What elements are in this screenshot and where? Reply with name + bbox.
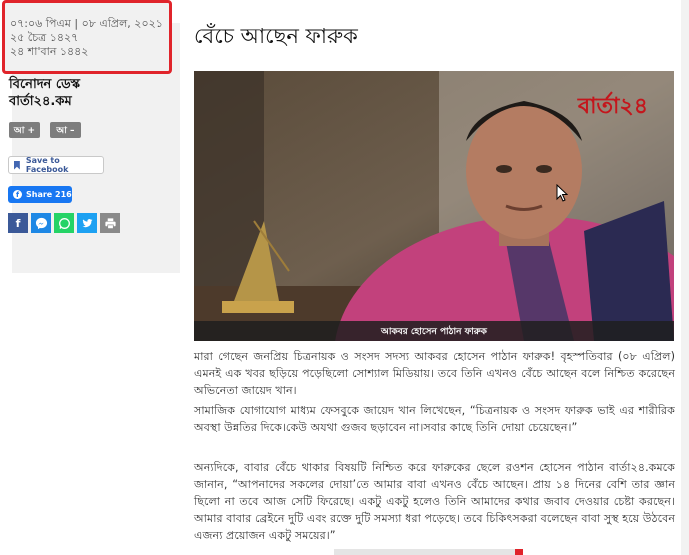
mouse-cursor-icon xyxy=(556,184,568,202)
article-paragraph-3: অন্যদিকে, বাবার বেঁচে থাকার বিষয়টি নিশ্… xyxy=(194,461,675,542)
font-increase-button[interactable]: আ + xyxy=(9,122,40,138)
article-headline: বেঁচে আছেন ফারুক xyxy=(194,24,358,48)
hijri-date: ২৪ শা'বান ১৪৪২ xyxy=(10,45,89,58)
social-share-bar: f xyxy=(8,213,120,233)
publish-datetime: ০৭:০৬ পিএম | ০৮ এপ্রিল, ২০২১ xyxy=(10,17,163,30)
date-box: ০৭:০৬ পিএম | ০৮ এপ্রিল, ২০২১ ২৫ চৈত্র ১৪… xyxy=(2,0,172,74)
author-block: বিনোদন ডেস্ক বার্তা২৪.কম xyxy=(9,76,80,110)
article-photo: বার্তা২৪ আকবর হোসেন পাঠান ফারুক xyxy=(194,71,674,341)
font-decrease-button[interactable]: আ – xyxy=(50,122,81,138)
facebook-share-button[interactable]: f Share 216 xyxy=(8,186,72,203)
facebook-icon[interactable]: f xyxy=(8,213,28,233)
facebook-share-icon: f xyxy=(13,190,22,199)
share-count-label: Share 216 xyxy=(26,190,72,199)
photo-caption: আকবর হোসেন পাঠান ফারুক xyxy=(381,326,487,337)
save-to-facebook-button[interactable]: Save to Facebook xyxy=(8,156,104,174)
photo-caption-bar: আকবর হোসেন পাঠান ফারুক xyxy=(194,321,674,341)
page-scrollbar[interactable] xyxy=(681,0,689,555)
save-to-facebook-label: Save to Facebook xyxy=(25,156,69,174)
article-paragraph-1: মারা গেছেন জনপ্রিয় চিত্রনায়ক ও সংসদ সদ… xyxy=(194,350,675,397)
bookmark-icon xyxy=(14,160,20,170)
font-size-controls: আ + আ – xyxy=(9,122,81,138)
bangla-date: ২৫ চৈত্র ১৪২৭ xyxy=(10,31,79,44)
ad-close-icon[interactable] xyxy=(515,549,523,555)
article-paragraph-2: সামাজিক যোগাযোগ মাধ্যম ফেসবুকে জায়েদ খা… xyxy=(194,404,675,434)
ad-banner[interactable] xyxy=(334,549,522,555)
author-site: বার্তা২৪.কম xyxy=(9,94,72,109)
author-desk: বিনোদন ডেস্ক xyxy=(9,77,81,92)
messenger-icon[interactable] xyxy=(31,213,51,233)
twitter-icon[interactable] xyxy=(77,213,97,233)
print-icon[interactable] xyxy=(100,213,120,233)
photo-brand-watermark: বার্তা২৪ xyxy=(577,94,648,119)
whatsapp-icon[interactable] xyxy=(54,213,74,233)
